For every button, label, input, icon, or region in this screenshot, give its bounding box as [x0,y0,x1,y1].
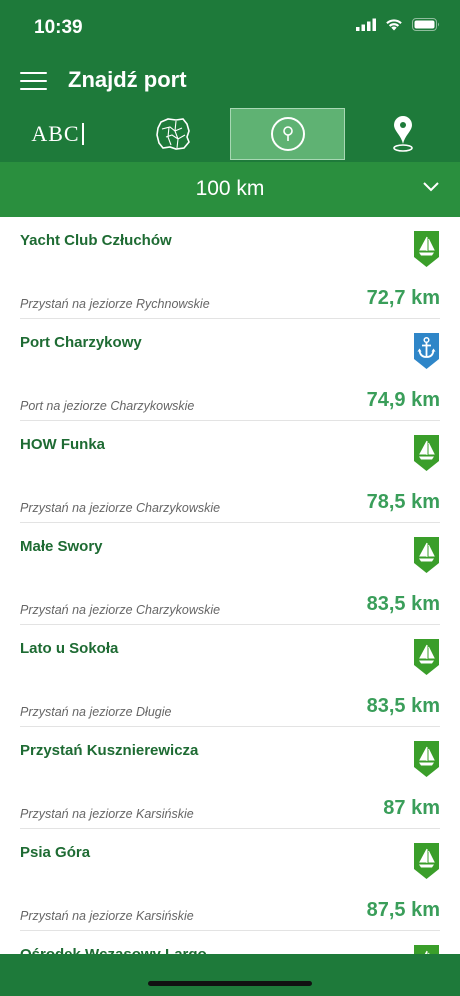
sailboat-icon [414,231,439,267]
sailboat-icon [414,435,439,471]
port-name: Przystań Kusznierewicza [20,742,199,759]
port-description: Port na jeziorze Charzykowskie [20,399,195,413]
port-distance: 87 km [383,797,440,819]
list-item[interactable]: Yacht Club Człuchów Przystań na jeziorze… [20,217,440,319]
list-item[interactable]: HOW Funka Przystań na jeziorze Charzykow… [20,421,440,523]
sailboat-icon [414,945,439,954]
home-indicator[interactable] [148,981,312,986]
port-distance: 87,5 km [366,899,440,921]
tab-alphabetical[interactable]: ABC [0,108,115,160]
sailboat-icon [414,537,439,573]
port-distance: 83,5 km [366,695,440,717]
list-item[interactable]: Lato u Sokoła Przystań na jeziorze Długi… [20,625,440,727]
abc-cursor-icon [81,123,84,145]
page-title: Znajdź port [68,67,187,92]
tab-map-marker[interactable] [345,108,460,160]
map-marker-icon [392,116,413,152]
battery-icon [412,18,439,31]
signal-icon [356,18,376,31]
port-description: Przystań na jeziorze Karsińskie [20,909,194,923]
status-bar: 10:39 [0,0,460,56]
port-name: Port Charzykowy [20,334,142,351]
list-item[interactable]: Ośrodek Wczasowy Largo [20,931,440,954]
sailboat-icon [414,741,439,777]
distance-filter[interactable]: 100 km [0,162,460,217]
port-distance: 74,9 km [366,389,440,411]
tab-region-map[interactable] [115,108,230,160]
abc-icon: ABC [31,121,80,146]
port-description: Przystań na jeziorze Długie [20,705,172,719]
status-time: 10:39 [34,17,83,38]
anchor-icon [414,333,439,369]
sailboat-icon [414,639,439,675]
port-name: Psia Góra [20,844,91,861]
bottom-bar [0,954,460,996]
app-header: Znajdź port [0,56,460,106]
chevron-down-icon [423,182,439,192]
menu-button[interactable] [20,70,48,92]
distance-value: 100 km [195,177,265,200]
port-name: HOW Funka [20,436,105,453]
map-poland-icon [155,118,190,150]
port-name: Ośrodek Wczasowy Largo [20,946,207,954]
sailboat-icon [414,843,439,879]
port-name: Lato u Sokoła [20,640,119,657]
port-description: Przystań na jeziorze Charzykowskie [20,603,221,617]
port-distance: 83,5 km [366,593,440,615]
list-item[interactable]: Małe Swory Przystań na jeziorze Charzyko… [20,523,440,625]
location-pin-icon [270,117,305,151]
port-description: Przystań na jeziorze Karsińskie [20,807,194,821]
list-item[interactable]: Przystań Kusznierewicza Przystań na jezi… [20,727,440,829]
status-icons [356,18,440,31]
port-list: Yacht Club Człuchów Przystań na jeziorze… [0,217,460,954]
list-item[interactable]: Psia Góra Przystań na jeziorze Karsiński… [20,829,440,931]
list-item[interactable]: Port Charzykowy Port na jeziorze Charzyk… [20,319,440,421]
port-distance: 78,5 km [366,491,440,513]
port-description: Przystań na jeziorze Charzykowskie [20,501,221,515]
wifi-icon [386,19,402,31]
tab-bar: ABC [0,106,460,162]
port-name: Yacht Club Człuchów [20,232,172,249]
port-distance: 72,7 km [366,287,440,309]
port-description: Przystań na jeziorze Rychnowskie [20,297,210,311]
port-name: Małe Swory [20,538,103,555]
tab-nearby[interactable] [230,108,345,160]
